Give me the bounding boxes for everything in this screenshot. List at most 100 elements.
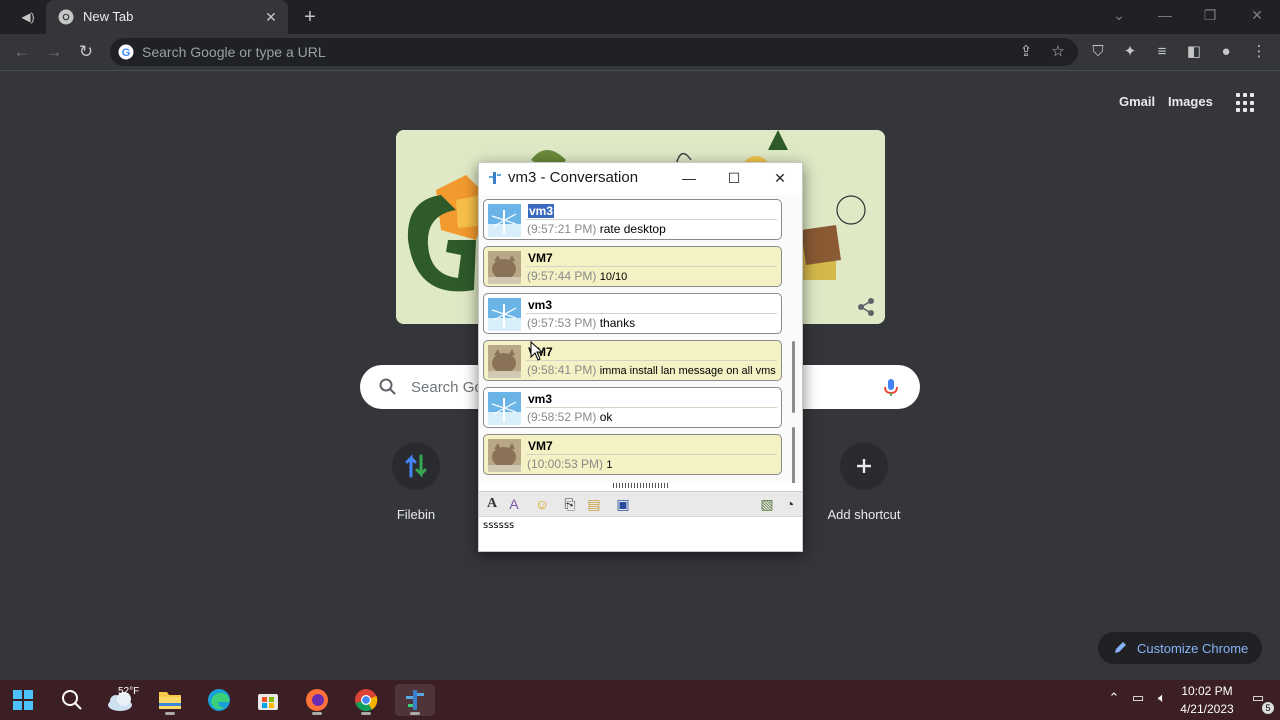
side-panel-icon[interactable]: ◧ [1183, 41, 1205, 63]
send-folder-icon[interactable]: ▤ [585, 495, 603, 513]
message-text: ok [599, 410, 613, 424]
message-item: VM7 (9:57:44 PM) 10/10 [483, 246, 782, 287]
conversation-titlebar[interactable]: vm3 - Conversation — ☐ ✕ [479, 163, 802, 193]
minimize-icon[interactable]: — [677, 167, 701, 189]
lan-messenger-icon [406, 690, 424, 710]
avatar [488, 204, 521, 237]
extensions-puzzle-icon[interactable]: ✦ [1119, 41, 1141, 63]
resize-grip[interactable] [613, 483, 669, 488]
microphone-icon[interactable] [880, 376, 902, 398]
start-button[interactable] [3, 684, 43, 716]
profile-avatar-icon[interactable]: ● [1215, 41, 1237, 63]
firefox-icon [306, 689, 328, 711]
volume-icon[interactable]: 🔈︎ [1152, 688, 1172, 708]
kebab-menu-icon[interactable]: ⋮ [1248, 41, 1270, 63]
close-tab-icon[interactable]: ✕ [262, 8, 280, 26]
network-icon[interactable]: ▭ [1128, 688, 1148, 708]
media-controls-icon[interactable]: ≡ [1151, 41, 1173, 63]
tab-search-icon[interactable]: ⌄ [1099, 3, 1139, 27]
close-window-icon[interactable]: ✕ [1237, 3, 1277, 27]
firefox-button[interactable] [297, 684, 337, 716]
tab-new-tab[interactable]: New Tab ✕ [46, 0, 288, 34]
plus-icon [857, 459, 871, 473]
avatar [488, 439, 521, 472]
message-item: vm3 (9:57:21 PM) rate desktop [483, 199, 782, 240]
windows-logo-icon [13, 690, 33, 710]
emoticon-icon[interactable]: ☺ [533, 495, 551, 513]
windows-taskbar [0, 680, 1280, 720]
search-icon [379, 378, 396, 395]
svg-text:G: G [122, 47, 131, 59]
lan-messenger-button[interactable] [395, 684, 435, 716]
message-text: rate desktop [599, 222, 666, 236]
avatar [488, 298, 521, 331]
edge-button[interactable] [199, 684, 239, 716]
shortcut-icon-circle [840, 442, 888, 490]
save-icon[interactable]: ▣ [614, 495, 632, 513]
message-history[interactable]: vm3 (9:57:21 PM) rate desktop VM7 (9:57:… [479, 195, 802, 483]
broadcast-icon[interactable]: ▧ [758, 495, 776, 513]
ublock-shield-icon[interactable]: ⛉ [1087, 41, 1109, 63]
maximize-icon[interactable]: ☐ [722, 167, 746, 189]
search-button[interactable] [51, 684, 91, 716]
chrome-icon [58, 9, 74, 25]
avatar [488, 251, 521, 284]
bookmark-star-icon[interactable]: ☆ [1048, 42, 1068, 62]
close-icon[interactable]: ✕ [768, 167, 792, 189]
speaker-icon[interactable]: ◀) [18, 9, 38, 25]
google-g-icon: G [118, 44, 134, 60]
folder-icon [159, 692, 181, 709]
message-text: 1 [606, 459, 613, 471]
shortcut-filebin[interactable]: Filebin [360, 442, 472, 532]
customize-chrome-button[interactable]: Customize Chrome [1098, 632, 1262, 664]
divider [526, 360, 777, 361]
shortcut-icon-circle [392, 442, 440, 490]
restore-icon[interactable]: ❐ [1190, 3, 1230, 27]
message-input[interactable]: ssssss [479, 516, 802, 551]
new-tab-button[interactable]: + [298, 5, 322, 29]
divider [526, 407, 777, 408]
chevron-up-icon[interactable]: ⌃ [1104, 688, 1124, 708]
scrollbar-track-segment[interactable] [792, 427, 795, 483]
reload-icon[interactable]: ↻ [74, 40, 98, 64]
taskbar-clock-date[interactable]: 4/21/2023 [1176, 702, 1238, 716]
gmail-link[interactable]: Gmail [1119, 94, 1155, 109]
omnibox[interactable]: G Search Google or type a URL ⇪ ☆ [110, 38, 1078, 66]
message-line: (9:58:52 PM) ok [527, 410, 612, 424]
message-item: VM7 (10:00:53 PM) 1 [483, 434, 782, 475]
search-icon [62, 690, 82, 710]
weather-temperature: 52°F [118, 686, 140, 697]
divider [526, 313, 777, 314]
attach-file-icon[interactable]: ⎘ [561, 495, 579, 513]
message-line: (9:58:41 PM) imma install lan message on… [527, 363, 776, 377]
message-text: imma install lan message on all vms [599, 365, 776, 377]
forward-arrow-icon[interactable]: → [42, 40, 66, 64]
message-sender: vm3 [528, 392, 553, 406]
message-time: (9:58:41 PM) [527, 363, 597, 377]
store-button[interactable] [248, 684, 288, 716]
back-arrow-icon[interactable]: ← [10, 40, 34, 64]
chrome-button[interactable] [346, 684, 386, 716]
scrollbar-thumb[interactable] [792, 341, 795, 413]
conversation-window[interactable]: vm3 - Conversation — ☐ ✕ vm3 (9:57:21 PM… [478, 162, 803, 552]
font-icon[interactable]: A [483, 495, 501, 513]
file-explorer-button[interactable] [150, 684, 190, 716]
images-link[interactable]: Images [1168, 94, 1213, 109]
share-icon[interactable] [855, 296, 877, 318]
google-apps-icon[interactable] [1236, 93, 1256, 113]
message-line: (9:57:21 PM) rate desktop [527, 222, 666, 236]
omnibox-placeholder: Search Google or type a URL [142, 44, 326, 60]
message-sender: VM7 [528, 439, 553, 453]
font-color-icon[interactable]: A [505, 495, 523, 513]
message-scrollbar[interactable] [792, 341, 796, 483]
taskbar-clock-time[interactable]: 10:02 PM [1176, 684, 1238, 698]
tab-strip: ◀) New Tab ✕ + ⌄ — ❐ ✕ [0, 0, 1280, 34]
history-icon[interactable]: ◔ [781, 495, 799, 513]
minimize-icon[interactable]: — [1145, 3, 1185, 27]
share-page-icon[interactable]: ⇪ [1016, 42, 1036, 62]
shortcut-add[interactable]: Add shortcut [808, 442, 920, 532]
message-text: thanks [599, 316, 636, 330]
divider [526, 219, 777, 220]
tab-title: New Tab [83, 9, 134, 24]
shortcut-label: Filebin [396, 507, 436, 522]
